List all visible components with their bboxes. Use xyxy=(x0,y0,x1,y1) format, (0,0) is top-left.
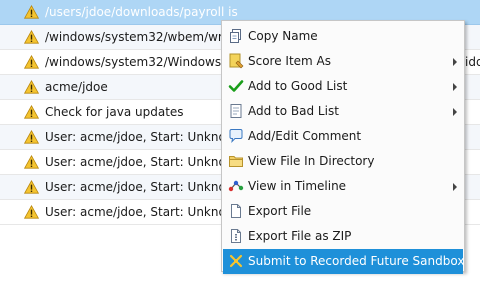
menu-item-copy-name[interactable]: Copy Name xyxy=(223,24,463,49)
list-item-text: /windows/system32/WindowsPov xyxy=(45,55,243,69)
menu-item-add-to-good-list[interactable]: Add to Good List xyxy=(223,74,463,99)
warning-icon xyxy=(24,105,39,119)
checkmark-icon xyxy=(228,80,244,92)
list-item-text: acme/jdoe xyxy=(45,80,108,94)
menu-item-label: View in Timeline xyxy=(248,179,347,193)
warning-icon xyxy=(24,55,39,69)
menu-item-label: Copy Name xyxy=(248,29,318,43)
menu-item-score-item-as[interactable]: Score Item As xyxy=(223,49,463,74)
menu-item-export-file-as-zip[interactable]: Export File as ZIP xyxy=(223,224,463,249)
menu-item-label: Submit to Recorded Future Sandbox xyxy=(248,254,465,268)
menu-item-label: Export File xyxy=(248,204,312,218)
menu-item-label: Add to Good List xyxy=(248,79,348,93)
list-item-text: /windows/system32/wbem/wmic. xyxy=(45,30,244,44)
context-menu: Copy Name Score Item As Add to Good List… xyxy=(221,20,465,274)
list-item-text: Check for java updates xyxy=(45,105,184,119)
list-item-text: User: acme/jdoe, Start: Unknown, xyxy=(45,130,248,144)
submenu-arrow-icon xyxy=(453,183,457,191)
warning-icon xyxy=(24,5,39,19)
menu-item-add-to-bad-list[interactable]: Add to Bad List xyxy=(223,99,463,124)
bad-list-icon xyxy=(230,104,242,118)
list-item-text: User: acme/jdoe, Start: Unknown, xyxy=(45,205,248,219)
menu-item-add-edit-comment[interactable]: Add/Edit Comment xyxy=(223,124,463,149)
warning-icon xyxy=(24,155,39,169)
warning-icon xyxy=(24,130,39,144)
menu-item-export-file[interactable]: Export File xyxy=(223,199,463,224)
comment-icon xyxy=(229,129,243,143)
menu-item-label: Score Item As xyxy=(248,54,332,68)
menu-item-label: Add/Edit Comment xyxy=(248,129,362,143)
menu-item-label: View File In Directory xyxy=(248,154,375,168)
menu-item-label: Export File as ZIP xyxy=(248,229,352,243)
list-item-text: /users/jdoe/downloads/payroll is xyxy=(45,5,238,19)
warning-icon xyxy=(24,30,39,44)
export-zip-icon xyxy=(231,229,241,243)
submenu-arrow-icon xyxy=(453,83,457,91)
menu-item-view-file-in-directory[interactable]: View File In Directory xyxy=(223,149,463,174)
export-file-icon xyxy=(231,204,241,218)
menu-item-view-in-timeline[interactable]: View in Timeline xyxy=(223,174,463,199)
submenu-arrow-icon xyxy=(453,58,457,66)
folder-icon xyxy=(229,156,243,167)
warning-icon xyxy=(24,180,39,194)
score-icon xyxy=(229,53,244,69)
menu-item-submit-to-sandbox[interactable]: Submit to Recorded Future Sandbox xyxy=(223,249,465,274)
copy-icon xyxy=(230,29,241,43)
submenu-arrow-icon xyxy=(453,108,457,116)
timeline-icon xyxy=(228,180,244,192)
list-item-text: User: acme/jdoe, Start: Unknown, xyxy=(45,155,248,169)
warning-icon xyxy=(24,205,39,219)
list-item-text: User: acme/jdoe, Start: Unknown, xyxy=(45,180,248,194)
sandbox-icon xyxy=(229,254,243,268)
menu-item-label: Add to Bad List xyxy=(248,104,339,118)
warning-icon xyxy=(24,80,39,94)
